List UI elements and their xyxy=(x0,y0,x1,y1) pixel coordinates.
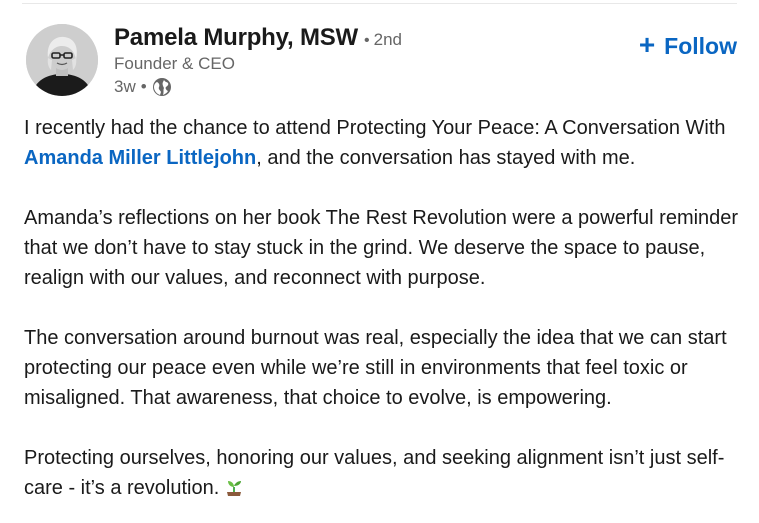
paragraph-1-text-end: , and the conversation has stayed with m… xyxy=(256,147,636,169)
top-divider xyxy=(22,3,737,4)
author-headline: Founder & CEO xyxy=(114,54,235,73)
post-paragraph-2: Amanda’s reflections on her book The Res… xyxy=(24,207,739,289)
author-avatar[interactable] xyxy=(26,24,98,96)
sprout-icon xyxy=(223,475,245,506)
post-paragraph-1: I recently had the chance to attend Prot… xyxy=(24,113,744,173)
plus-icon: + xyxy=(638,29,656,60)
paragraph-4-text: Protecting ourselves, honoring our value… xyxy=(24,447,725,499)
post-header: Pamela Murphy, MSW • 2nd Founder & CEO 3… xyxy=(26,24,737,100)
mention-link[interactable]: Amanda Miller Littlejohn xyxy=(24,147,256,169)
globe-icon xyxy=(152,77,172,97)
post-time[interactable]: 3w xyxy=(114,77,136,97)
author-name[interactable]: Pamela Murphy, MSW xyxy=(114,24,358,52)
author-info: Pamela Murphy, MSW • 2nd Founder & CEO 3… xyxy=(114,24,402,97)
follow-button[interactable]: + Follow xyxy=(638,29,737,60)
author-name-line: Pamela Murphy, MSW • 2nd xyxy=(114,24,402,52)
post-paragraph-3: The conversation around burnout was real… xyxy=(24,327,727,409)
post-meta: 3w • xyxy=(114,77,402,97)
connection-degree: 2nd xyxy=(373,30,402,49)
degree-separator: • xyxy=(364,32,370,49)
post-body: I recently had the chance to attend Prot… xyxy=(24,113,744,523)
post-paragraph-4: Protecting ourselves, honoring our value… xyxy=(24,443,744,506)
avatar-portrait-icon xyxy=(26,24,98,96)
meta-separator: • xyxy=(140,77,147,96)
follow-label: Follow xyxy=(664,32,737,59)
paragraph-1-text-start: I recently had the chance to attend Prot… xyxy=(24,117,726,139)
